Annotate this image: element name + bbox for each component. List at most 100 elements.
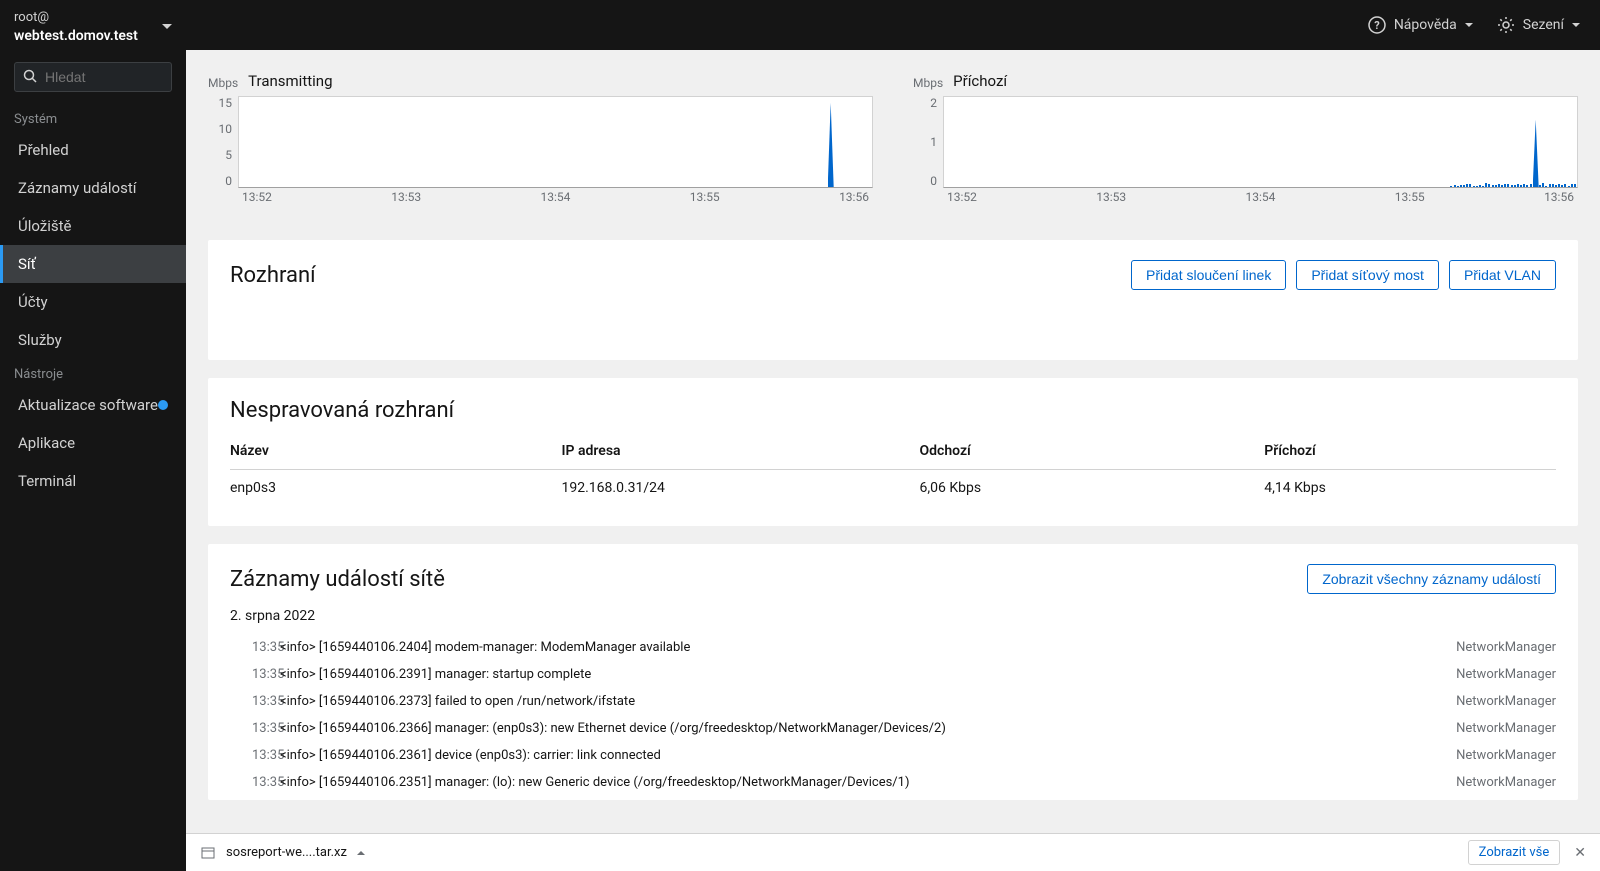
- log-time: 13:35: [230, 640, 268, 655]
- log-message: <info> [1659440106.2373] failed to open …: [280, 694, 1444, 709]
- gear-icon: [1497, 16, 1515, 34]
- log-source: NetworkManager: [1456, 694, 1556, 709]
- log-message: <info> [1659440106.2351] manager: (lo): …: [280, 775, 1444, 790]
- plot-area: [238, 96, 873, 188]
- chart-title: Transmitting: [248, 72, 332, 90]
- y-axis: 151050: [208, 96, 238, 206]
- cell-name: enp0s3: [230, 470, 562, 507]
- cell-in: 4,14 Kbps: [1264, 470, 1556, 507]
- sidebar-item-network[interactable]: Síť: [0, 245, 186, 283]
- log-message: <info> [1659440106.2366] manager: (enp0s…: [280, 721, 1444, 736]
- cell-ip: 192.168.0.31/24: [562, 470, 920, 507]
- interfaces-card: Rozhraní Přidat sloučení linek Přidat sí…: [208, 240, 1578, 360]
- log-row[interactable]: 13:35 <info> [1659440106.2366] manager: (…: [230, 715, 1556, 742]
- sidebar-item-label: Účty: [18, 293, 48, 311]
- nav-section-tools: Nástroje: [0, 359, 186, 386]
- log-row[interactable]: 13:35 <info> [1659440106.2404] modem-mana…: [230, 634, 1556, 661]
- host-name: webtest.domov.test: [14, 28, 138, 45]
- log-source: NetworkManager: [1456, 667, 1556, 682]
- table-row[interactable]: enp0s3192.168.0.31/246,06 Kbps4,14 Kbps: [230, 470, 1556, 507]
- sidebar-item-overview[interactable]: Přehled: [0, 131, 186, 169]
- chevron-down-icon: [162, 24, 172, 30]
- search-icon: [23, 69, 37, 83]
- help-menu[interactable]: ? Nápověda: [1368, 16, 1473, 34]
- archive-icon: [200, 845, 216, 861]
- card-title: Záznamy událostí sítě: [230, 567, 445, 592]
- chevron-up-icon: [357, 850, 365, 855]
- log-row[interactable]: 13:35 <info> [1659440106.2391] manager: s…: [230, 661, 1556, 688]
- log-time: 13:35: [230, 694, 268, 709]
- x-axis: 13:5213:5313:5413:5513:56: [943, 188, 1578, 204]
- plot-area: [943, 96, 1578, 188]
- search-input[interactable]: [14, 62, 172, 92]
- sidebar-item-label: Síť: [18, 255, 36, 273]
- col-in: Příchozí: [1264, 433, 1556, 470]
- log-message: <info> [1659440106.2361] device (enp0s3)…: [280, 748, 1444, 763]
- cell-out: 6,06 Kbps: [920, 470, 1265, 507]
- sidebar-item-label: Aplikace: [18, 434, 75, 452]
- sidebar-item-label: Záznamy událostí: [18, 179, 136, 197]
- x-axis: 13:5213:5313:5413:5513:56: [238, 188, 873, 204]
- log-row[interactable]: 13:35 <info> [1659440106.2373] failed to …: [230, 688, 1556, 715]
- col-name: Název: [230, 433, 562, 470]
- sidebar-item-label: Přehled: [18, 141, 69, 159]
- col-ip: IP adresa: [562, 433, 920, 470]
- add-bridge-button[interactable]: Přidat síťový most: [1296, 260, 1439, 290]
- view-all-logs-button[interactable]: Zobrazit všechny záznamy událostí: [1307, 564, 1556, 594]
- log-source: NetworkManager: [1456, 775, 1556, 790]
- download-filename: sosreport-we....tar.xz: [226, 845, 347, 860]
- session-menu[interactable]: Sezení: [1497, 16, 1580, 34]
- sidebar-item-services[interactable]: Služby: [0, 321, 186, 359]
- help-label: Nápověda: [1394, 17, 1457, 33]
- close-icon[interactable]: ✕: [1574, 845, 1586, 861]
- chevron-down-icon: [1465, 23, 1473, 28]
- sidebar-item-label: Služby: [18, 331, 62, 349]
- network-logs-card: Záznamy událostí sítě Zobrazit všechny z…: [208, 544, 1578, 800]
- log-time: 13:35: [230, 748, 268, 763]
- log-source: NetworkManager: [1456, 721, 1556, 736]
- log-message: <info> [1659440106.2404] modem-manager: …: [280, 640, 1444, 655]
- sidebar-item-label: Terminál: [18, 472, 76, 490]
- nav-section-system: Systém: [0, 104, 186, 131]
- tx-chart: Mbps Transmitting 151050 13:5213:5313:54…: [208, 72, 873, 206]
- topbar: ? Nápověda Sezení: [186, 0, 1600, 50]
- sidebar-item-label: Úložiště: [18, 217, 72, 235]
- session-label: Sezení: [1523, 17, 1564, 33]
- log-time: 13:35: [230, 775, 268, 790]
- svg-text:?: ?: [1374, 19, 1380, 32]
- add-vlan-button[interactable]: Přidat VLAN: [1449, 260, 1556, 290]
- log-message: <info> [1659440106.2391] manager: startu…: [280, 667, 1444, 682]
- sidebar-item-accounts[interactable]: Účty: [0, 283, 186, 321]
- log-time: 13:35: [230, 667, 268, 682]
- unmanaged-interfaces-card: Nespravovaná rozhraní Název IP adresa Od…: [208, 378, 1578, 526]
- download-item[interactable]: sosreport-we....tar.xz: [200, 845, 365, 861]
- sidebar-item-updates[interactable]: Aktualizace software: [0, 386, 186, 424]
- sidebar-item-apps[interactable]: Aplikace: [0, 424, 186, 462]
- help-icon: ?: [1368, 16, 1386, 34]
- log-source: NetworkManager: [1456, 748, 1556, 763]
- chart-unit: Mbps: [913, 76, 943, 90]
- log-source: NetworkManager: [1456, 640, 1556, 655]
- chart-unit: Mbps: [208, 76, 238, 90]
- card-title: Nespravovaná rozhraní: [230, 398, 1556, 423]
- y-axis: 210: [913, 96, 943, 206]
- card-title: Rozhraní: [230, 263, 316, 288]
- sidebar-item-storage[interactable]: Úložiště: [0, 207, 186, 245]
- download-bar: sosreport-we....tar.xz Zobrazit vše ✕: [186, 833, 1600, 871]
- col-out: Odchozí: [920, 433, 1265, 470]
- log-row[interactable]: 13:35 <info> [1659440106.2351] manager: (…: [230, 769, 1556, 796]
- host-selector[interactable]: root@ webtest.domov.test: [0, 0, 186, 52]
- host-user: root@: [14, 10, 138, 26]
- sidebar-item-terminal[interactable]: Terminál: [0, 462, 186, 500]
- sidebar-item-label: Aktualizace software: [18, 396, 158, 414]
- sidebar-item-logs[interactable]: Záznamy událostí: [0, 169, 186, 207]
- chevron-down-icon: [1572, 23, 1580, 28]
- unmanaged-table: Název IP adresa Odchozí Příchozí enp0s31…: [230, 433, 1556, 506]
- log-time: 13:35: [230, 721, 268, 736]
- logs-date: 2. srpna 2022: [230, 608, 1556, 624]
- update-badge-icon: [158, 400, 168, 410]
- sidebar: root@ webtest.domov.test Systém Přehled …: [0, 0, 186, 871]
- log-row[interactable]: 13:35 <info> [1659440106.2361] device (en…: [230, 742, 1556, 769]
- show-all-downloads-button[interactable]: Zobrazit vše: [1468, 840, 1561, 865]
- add-bond-button[interactable]: Přidat sloučení linek: [1131, 260, 1286, 290]
